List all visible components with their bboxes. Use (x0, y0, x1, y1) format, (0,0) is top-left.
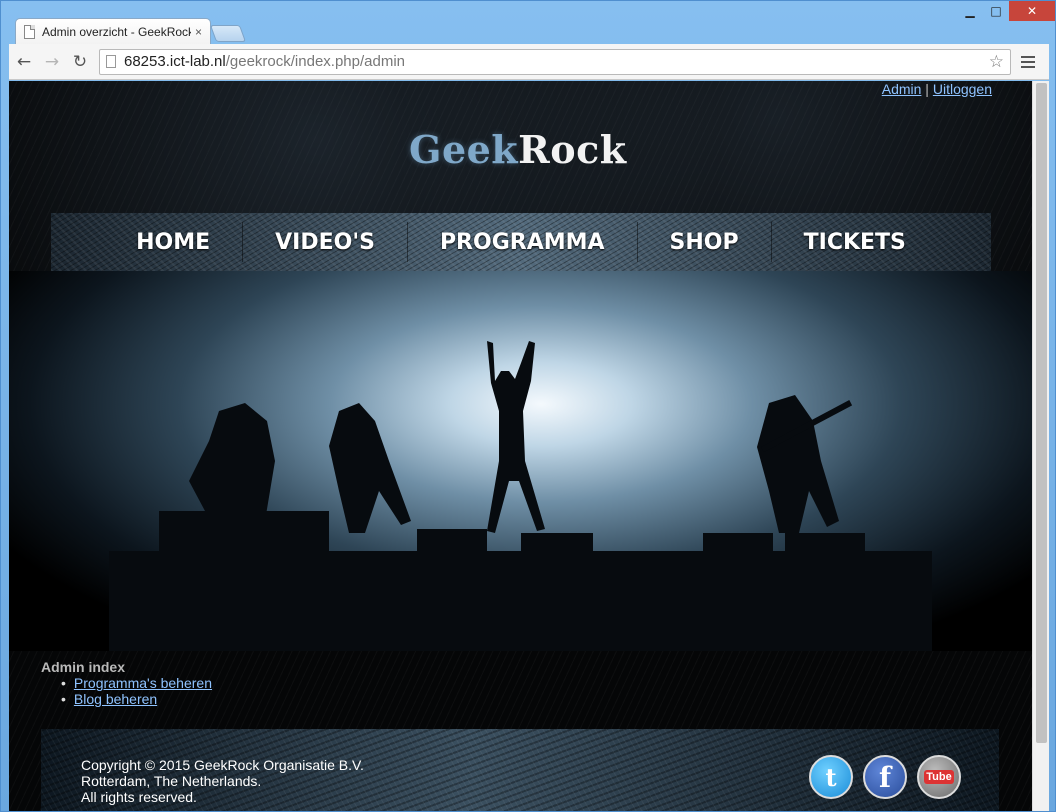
youtube-label: Tube (924, 770, 954, 784)
nav-item-home[interactable]: HOME (104, 222, 242, 262)
logout-link[interactable]: Uitloggen (933, 81, 992, 97)
band-silhouettes (109, 341, 932, 651)
logo-rock: Rock (518, 127, 627, 172)
separator: | (921, 81, 933, 97)
page-viewport: Admin | Uitloggen GeekRock HOME VIDEO'S … (9, 81, 1049, 811)
footer-line-1: Copyright © 2015 GeekRock Organisatie B.… (81, 757, 364, 773)
url-host: 68253.ict-lab.nl (124, 53, 226, 70)
hero-concert-image (9, 271, 1032, 651)
facebook-icon[interactable]: f (863, 755, 907, 799)
menu-icon[interactable] (1021, 55, 1035, 68)
maximize-icon[interactable]: □ (983, 1, 1009, 21)
window-controls: ▁ □ ✕ (957, 1, 1055, 21)
logo-geek: Geek (409, 127, 519, 172)
nav-item-tickets[interactable]: TICKETS (770, 222, 938, 262)
copyright-text: Copyright © 2015 GeekRock Organisatie B.… (81, 757, 364, 805)
close-window-icon[interactable]: ✕ (1009, 1, 1055, 21)
page-icon (24, 25, 35, 39)
back-arrow-icon[interactable]: ← (11, 49, 37, 75)
social-links: t f Tube (809, 755, 961, 799)
site-logo[interactable]: GeekRock (409, 127, 627, 172)
site-footer: Copyright © 2015 GeekRock Organisatie B.… (41, 729, 999, 811)
programmas-beheren-link[interactable]: Programma's beheren (74, 675, 212, 691)
address-bar[interactable]: 68253.ict-lab.nl/geekrock/index.php/admi… (99, 48, 1011, 75)
admin-link[interactable]: Admin (882, 81, 922, 97)
new-tab-button[interactable] (209, 25, 247, 42)
forward-arrow-icon[interactable]: → (39, 49, 65, 75)
list-item: Programma's beheren (61, 675, 212, 691)
main-navigation: HOME VIDEO'S PROGRAMMA SHOP TICKETS (51, 213, 991, 271)
browser-window: Admin overzicht - GeekRock × ▁ □ ✕ ← → ↻… (0, 0, 1056, 812)
footer-line-3: All rights reserved. (81, 789, 197, 805)
scrollbar-thumb[interactable] (1036, 83, 1047, 743)
reload-icon[interactable]: ↻ (67, 49, 93, 75)
tab-close-icon[interactable]: × (195, 25, 202, 39)
youtube-icon[interactable]: Tube (917, 755, 961, 799)
browser-toolbar: ← → ↻ 68253.ict-lab.nl/geekrock/index.ph… (9, 44, 1049, 80)
minimize-icon[interactable]: ▁ (957, 1, 983, 21)
nav-item-shop[interactable]: SHOP (636, 222, 771, 262)
page-content: Admin | Uitloggen GeekRock HOME VIDEO'S … (9, 81, 1032, 811)
title-bar: Admin overzicht - GeekRock × ▁ □ ✕ (1, 1, 1055, 45)
twitter-icon[interactable]: t (809, 755, 853, 799)
blog-beheren-link[interactable]: Blog beheren (74, 691, 157, 707)
vertical-scrollbar[interactable] (1032, 81, 1049, 811)
admin-index: Admin index Programma's beheren Blog beh… (41, 659, 212, 707)
tab-title: Admin overzicht - GeekRock (42, 25, 191, 39)
nav-item-videos[interactable]: VIDEO'S (242, 222, 407, 262)
url-path: /geekrock/index.php/admin (225, 53, 406, 70)
nav-item-programma[interactable]: PROGRAMMA (406, 222, 637, 262)
admin-links-list: Programma's beheren Blog beheren (61, 675, 212, 707)
footer-line-2: Rotterdam, The Netherlands. (81, 773, 262, 789)
list-item: Blog beheren (61, 691, 212, 707)
user-bar: Admin | Uitloggen (882, 81, 992, 97)
admin-index-title: Admin index (41, 659, 126, 675)
bookmark-star-icon[interactable]: ☆ (989, 52, 1004, 72)
browser-tab[interactable]: Admin overzicht - GeekRock × (15, 18, 211, 45)
page-icon (106, 55, 116, 68)
